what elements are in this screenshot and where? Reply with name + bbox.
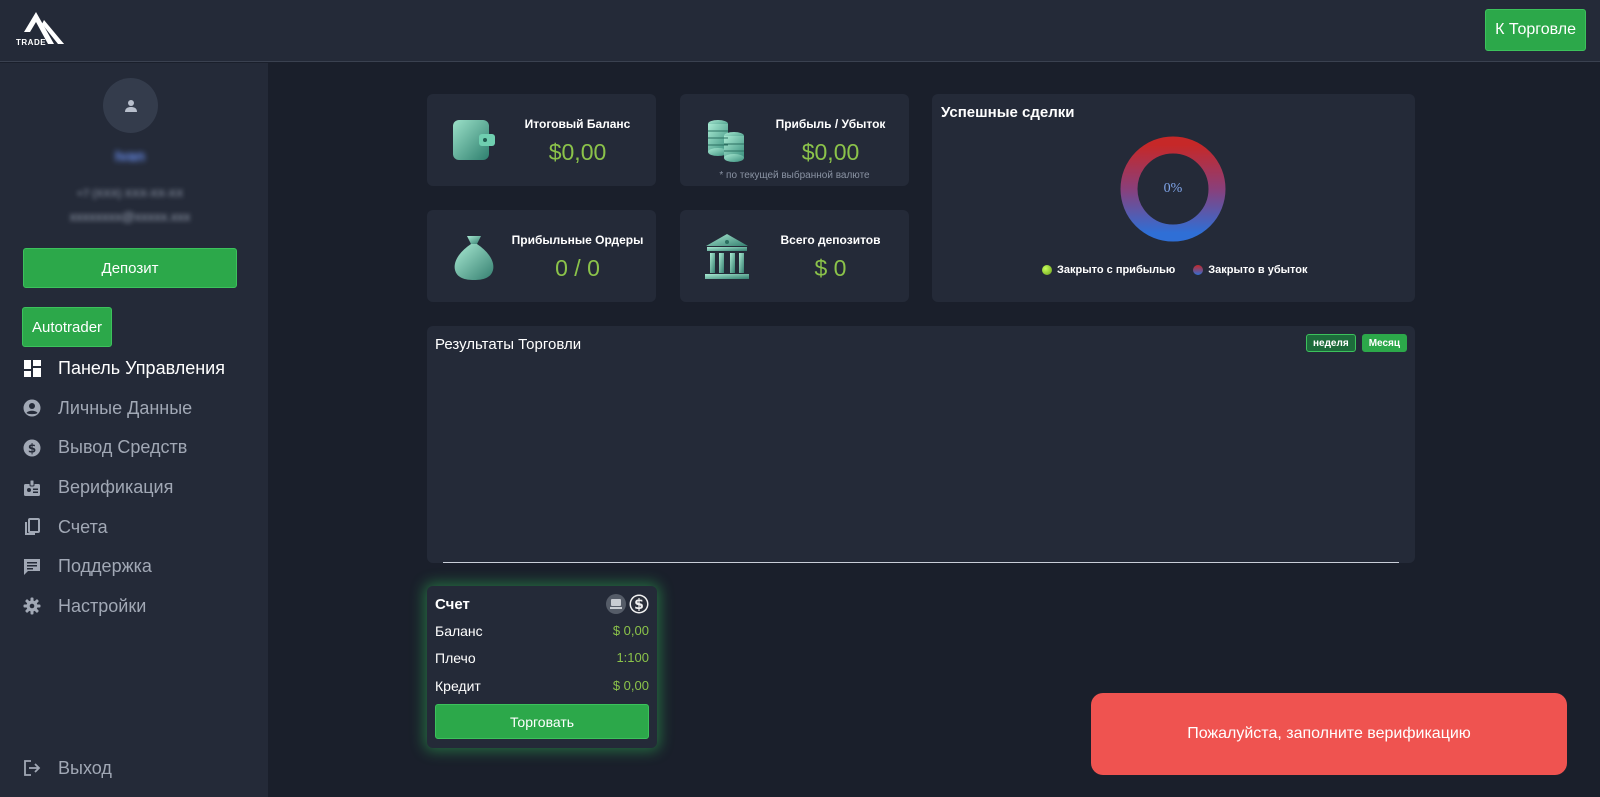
chat-icon xyxy=(22,557,42,577)
trading-results-card: Результаты Торговли неделя Месяц xyxy=(427,326,1415,563)
svg-text:$: $ xyxy=(28,441,36,455)
deposit-button[interactable]: Депозит xyxy=(23,248,237,288)
user-name: Ivan xyxy=(114,148,145,165)
account-circle-icon xyxy=(22,398,42,418)
account-leverage-row: Плечо 1:100 xyxy=(435,650,649,666)
account-balance-row: Баланс $ 0,00 xyxy=(435,623,649,639)
sidebar-item-label: Счета xyxy=(58,516,108,537)
sidebar-item-support[interactable]: Поддержка xyxy=(22,547,225,587)
sidebar-item-settings[interactable]: Настройки xyxy=(22,587,225,627)
legend-profit-label: Закрыто с прибылью xyxy=(1057,264,1176,276)
pnl-value: $0,00 xyxy=(801,139,860,165)
dollar-circle-icon: $ xyxy=(22,438,42,458)
legend-profit[interactable]: Закрыто с прибылью xyxy=(1042,264,1175,276)
account-title: Счет xyxy=(435,596,470,613)
verification-toast[interactable]: Пожалуйста, заполните верификацию xyxy=(1091,693,1567,775)
deposits-value: $ 0 xyxy=(814,255,847,281)
deposits-title: Всего депозитов xyxy=(780,233,881,247)
loss-dot-icon xyxy=(1193,265,1204,275)
trade-button[interactable]: Торговать xyxy=(435,704,649,739)
account-icons: $ xyxy=(606,594,649,614)
deals-percent: 0% xyxy=(1163,181,1183,196)
money-bag-icon xyxy=(454,236,494,280)
orders-value: 0 / 0 xyxy=(555,255,600,281)
pnl-card: Прибыль / Убыток $0,00 * по текущей выбр… xyxy=(680,94,909,186)
badge-icon xyxy=(22,478,42,498)
gear-icon xyxy=(22,596,42,616)
user-email: xxxxxxxx@xxxxx.xxx xyxy=(69,209,191,224)
avatar[interactable] xyxy=(103,78,158,133)
sidebar-item-verification[interactable]: Верификация xyxy=(22,468,225,508)
successful-deals-card: Успешные сделки 0% Закрыто с прибылью За… xyxy=(932,94,1415,302)
to-trade-button[interactable]: К Торговле xyxy=(1485,9,1586,51)
legend-loss[interactable]: Закрыто в убыток xyxy=(1193,264,1308,276)
logo-text: TRADE xyxy=(16,38,47,47)
account-credit-label: Кредит xyxy=(435,678,481,694)
account-card: Счет $ Баланс $ 0,00 Плечо 1:100 Кредит … xyxy=(427,586,657,748)
week-button[interactable]: неделя xyxy=(1305,334,1356,352)
account-leverage-value: 1:100 xyxy=(616,650,649,665)
chart-axis-line xyxy=(443,562,1399,563)
sidebar-item-accounts[interactable]: Счета xyxy=(22,507,225,547)
user-icon xyxy=(124,99,137,112)
svg-text:$: $ xyxy=(634,597,644,613)
pnl-note: * по текущей выбранной валюте xyxy=(719,170,870,181)
top-bar: TRADE К Торговле xyxy=(0,0,1600,62)
sidebar: Ivan +7 (XXX) XXX-XX-XX xxxxxxxx@xxxxx.x… xyxy=(0,63,268,797)
sidebar-item-dashboard[interactable]: Панель Управления xyxy=(22,349,225,389)
user-phone: +7 (XXX) XXX-XX-XX xyxy=(76,188,184,200)
orders-title: Прибыльные Ордеры xyxy=(511,233,644,247)
sidebar-nav: Панель Управления Личные Данные $ Вывод … xyxy=(22,349,225,626)
account-balance-label: Баланс xyxy=(435,623,483,639)
logout-link[interactable]: Выход xyxy=(22,753,112,783)
deals-title: Успешные сделки xyxy=(941,104,1075,121)
sidebar-item-personal-data[interactable]: Личные Данные xyxy=(22,389,225,429)
bank-icon xyxy=(705,234,749,279)
sidebar-item-label: Поддержка xyxy=(58,556,152,577)
range-selector: неделя Месяц xyxy=(1305,334,1407,352)
terminal-icon xyxy=(606,594,626,614)
sidebar-item-label: Верификация xyxy=(58,477,174,498)
account-credit-row: Кредит $ 0,00 xyxy=(435,678,649,694)
logout-label: Выход xyxy=(58,757,112,778)
legend-loss-label: Закрыто в убыток xyxy=(1208,264,1308,276)
account-leverage-label: Плечо xyxy=(435,650,476,666)
balance-value: $0,00 xyxy=(548,139,607,165)
sidebar-item-label: Личные Данные xyxy=(58,397,193,418)
copy-icon xyxy=(22,517,42,537)
sidebar-item-label: Вывод Средств xyxy=(58,437,188,458)
month-button[interactable]: Месяц xyxy=(1361,334,1407,352)
dollar-icon: $ xyxy=(629,594,649,614)
profit-dot-icon xyxy=(1042,265,1052,275)
results-title: Результаты Торговли xyxy=(435,336,582,353)
logout-icon xyxy=(22,758,42,778)
wallet-icon xyxy=(453,120,495,160)
pnl-title: Прибыль / Убыток xyxy=(775,117,886,131)
autotrader-button[interactable]: Autotrader xyxy=(22,307,113,347)
balance-card: Итоговый Баланс $0,00 xyxy=(427,94,656,186)
coins-icon xyxy=(708,120,744,162)
sidebar-item-withdrawal[interactable]: $ Вывод Средств xyxy=(22,428,225,468)
sidebar-item-label: Настройки xyxy=(58,595,147,616)
deals-legend: Закрыто с прибылью Закрыто в убыток xyxy=(1042,264,1308,276)
dashboard-icon xyxy=(22,359,42,379)
sidebar-item-label: Панель Управления xyxy=(58,358,225,379)
profitable-orders-card: Прибыльные Ордеры 0 / 0 xyxy=(427,210,656,302)
deposits-card: Всего депозитов $ 0 xyxy=(680,210,909,302)
account-balance-value: $ 0,00 xyxy=(612,623,649,638)
account-credit-value: $ 0,00 xyxy=(612,678,649,693)
balance-title: Итоговый Баланс xyxy=(524,117,631,131)
